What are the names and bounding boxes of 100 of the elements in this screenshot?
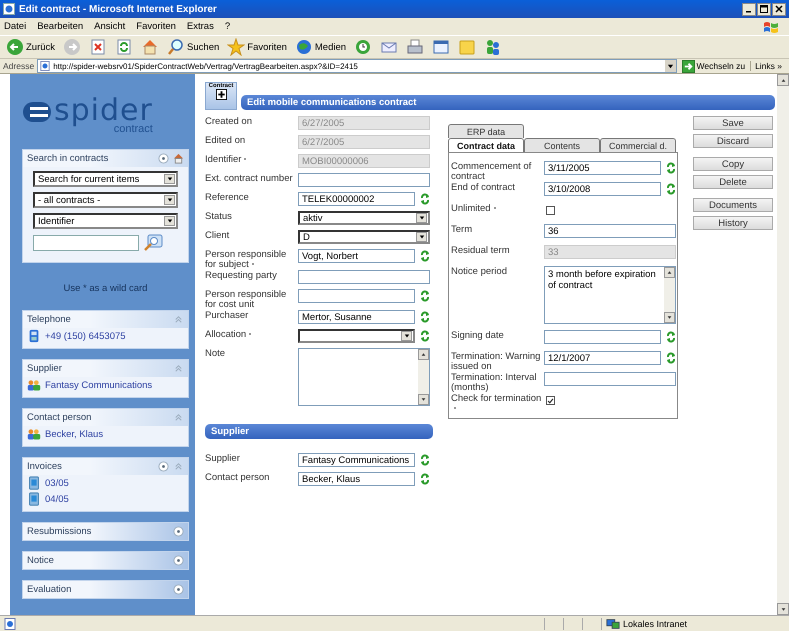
search-select[interactable]: Identifier bbox=[33, 213, 178, 229]
text-field[interactable]: Becker, Klaus bbox=[298, 472, 415, 486]
refresh-icon[interactable] bbox=[666, 351, 676, 365]
refresh-icon[interactable] bbox=[420, 329, 430, 343]
action-button[interactable]: History bbox=[693, 216, 773, 230]
field-label: Residual term bbox=[451, 245, 511, 256]
dropdown-arrow-icon bbox=[418, 215, 424, 221]
notice-period-field[interactable]: 3 month before expiration of contract bbox=[544, 266, 676, 324]
refresh-icon bbox=[115, 38, 134, 56]
favorites-button[interactable]: Favoriten bbox=[224, 37, 290, 57]
field-label: Ext. contract number bbox=[205, 173, 294, 184]
refresh-icon[interactable] bbox=[666, 330, 676, 344]
sidebar-panel[interactable]: Supplier Fantasy Communications bbox=[22, 359, 189, 398]
text-field[interactable] bbox=[544, 372, 676, 386]
text-field[interactable]: 12/1/2007 bbox=[544, 351, 661, 365]
menu-item[interactable]: Extras bbox=[186, 21, 214, 32]
scrollbar[interactable] bbox=[777, 74, 789, 615]
action-button[interactable]: Delete bbox=[693, 175, 773, 189]
refresh-icon[interactable] bbox=[420, 310, 430, 324]
refresh-icon[interactable] bbox=[420, 249, 430, 263]
text-field[interactable] bbox=[298, 289, 415, 303]
search-button[interactable]: Suchen bbox=[164, 37, 222, 57]
text-field[interactable]: 3/11/2005 bbox=[544, 161, 661, 175]
text-field[interactable]: 36 bbox=[544, 224, 676, 238]
text-field[interactable] bbox=[298, 270, 430, 284]
text-field[interactable]: Mertor, Susanne bbox=[298, 310, 415, 324]
sidebar-panel[interactable]: Telephone +49 (150) 6453075 bbox=[22, 310, 189, 349]
field-label: Reference bbox=[205, 192, 250, 203]
media-button[interactable]: Medien bbox=[292, 37, 350, 57]
refresh-icon[interactable] bbox=[666, 161, 676, 175]
address-field[interactable]: http://spider-websrv01/SpiderContractWeb/Vertrag/VertragBearbeiten.aspx?&ID=2415 bbox=[37, 59, 677, 73]
text-field[interactable] bbox=[298, 173, 430, 187]
menu-item[interactable]: Favoriten bbox=[136, 21, 176, 32]
refresh-icon[interactable] bbox=[420, 453, 430, 467]
close-button[interactable] bbox=[772, 2, 786, 16]
sidebar-panel[interactable]: Invoices 03/05 04/05 bbox=[22, 457, 189, 512]
dropdown[interactable]: aktiv bbox=[298, 211, 430, 225]
arrow-right-icon bbox=[63, 38, 82, 56]
field-label: Purchaser bbox=[205, 310, 250, 321]
dropdown-arrow-icon[interactable] bbox=[666, 62, 674, 70]
action-button[interactable]: Documents bbox=[693, 198, 773, 212]
arrow-left-icon bbox=[6, 38, 24, 56]
panel-link[interactable]: +49 (150) 6453075 bbox=[45, 330, 126, 342]
collapsed-panel-bar[interactable]: Evaluation bbox=[22, 580, 189, 599]
scroll-up-icon[interactable] bbox=[780, 78, 786, 82]
scroll-down-icon[interactable] bbox=[667, 315, 672, 320]
field-label: Unlimited bbox=[451, 203, 544, 214]
scroll-down-icon[interactable] bbox=[421, 397, 426, 402]
panel-title: Invoices bbox=[27, 461, 62, 472]
checkbox[interactable] bbox=[546, 206, 555, 215]
panel-link[interactable]: Fantasy Communications bbox=[45, 380, 152, 390]
back-button[interactable]: Zurück bbox=[3, 37, 58, 57]
wildcard-hint: Use * as a wild card bbox=[62, 282, 148, 296]
action-button[interactable]: Copy bbox=[693, 157, 773, 171]
note-field[interactable] bbox=[298, 348, 430, 406]
field-label: Signing date bbox=[451, 330, 505, 341]
menu-item[interactable]: Ansicht bbox=[94, 21, 126, 32]
refresh-icon[interactable] bbox=[420, 192, 430, 206]
sidebar-panel[interactable]: Contact person Becker, Klaus bbox=[22, 408, 189, 447]
menu-item[interactable]: Datei bbox=[4, 21, 26, 32]
refresh-icon[interactable] bbox=[420, 472, 430, 486]
tab[interactable]: ERP data bbox=[448, 124, 524, 138]
action-button[interactable]: Discard bbox=[693, 134, 773, 148]
panel-link[interactable]: Becker, Klaus bbox=[45, 428, 104, 440]
links-button[interactable]: Links » bbox=[750, 61, 786, 71]
search-select[interactable]: Search for current items bbox=[33, 171, 178, 187]
text-field[interactable]: Vogt, Norbert bbox=[298, 249, 415, 263]
panel-title: Notice bbox=[27, 555, 54, 566]
dropdown[interactable] bbox=[298, 329, 415, 343]
home-icon[interactable] bbox=[173, 153, 184, 164]
dropdown-arrow-icon bbox=[404, 333, 410, 339]
scroll-down-icon[interactable] bbox=[780, 606, 786, 612]
search-select[interactable]: - all contracts - bbox=[33, 192, 178, 208]
action-button[interactable]: Save bbox=[693, 116, 773, 130]
field-label: Person responsible for cost unit bbox=[205, 289, 288, 310]
scroll-up-icon[interactable] bbox=[421, 352, 426, 357]
dropdown-arrow-icon bbox=[166, 197, 172, 203]
panel-link[interactable]: 04/05 bbox=[45, 494, 69, 504]
maximize-button[interactable] bbox=[757, 2, 771, 16]
tab[interactable]: Contents bbox=[524, 138, 600, 152]
go-button[interactable]: Wechseln zu bbox=[680, 60, 748, 72]
dropdown[interactable]: D bbox=[298, 230, 430, 244]
refresh-icon[interactable] bbox=[666, 182, 676, 196]
collapsed-panel-bar[interactable]: Notice bbox=[22, 551, 189, 570]
text-field[interactable]: 3/10/2008 bbox=[544, 182, 661, 196]
tab[interactable]: Commercial d. bbox=[600, 138, 676, 152]
text-field[interactable]: TELEK00000002 bbox=[298, 192, 415, 206]
panel-link[interactable]: 03/05 bbox=[45, 478, 69, 488]
scroll-up-icon[interactable] bbox=[667, 270, 672, 275]
tab[interactable]: Contract data bbox=[448, 138, 524, 152]
search-icon[interactable] bbox=[143, 234, 163, 252]
checkbox[interactable] bbox=[546, 396, 555, 405]
collapsed-panel-bar[interactable]: Resubmissions bbox=[22, 522, 189, 541]
text-field[interactable] bbox=[544, 330, 661, 344]
refresh-icon[interactable] bbox=[420, 289, 430, 303]
search-field[interactable] bbox=[33, 235, 139, 251]
menu-item[interactable]: Bearbeiten bbox=[37, 21, 84, 32]
menu-item[interactable]: ? bbox=[224, 21, 230, 32]
text-field[interactable]: Fantasy Communications bbox=[298, 453, 415, 467]
minimize-button[interactable] bbox=[742, 2, 756, 16]
